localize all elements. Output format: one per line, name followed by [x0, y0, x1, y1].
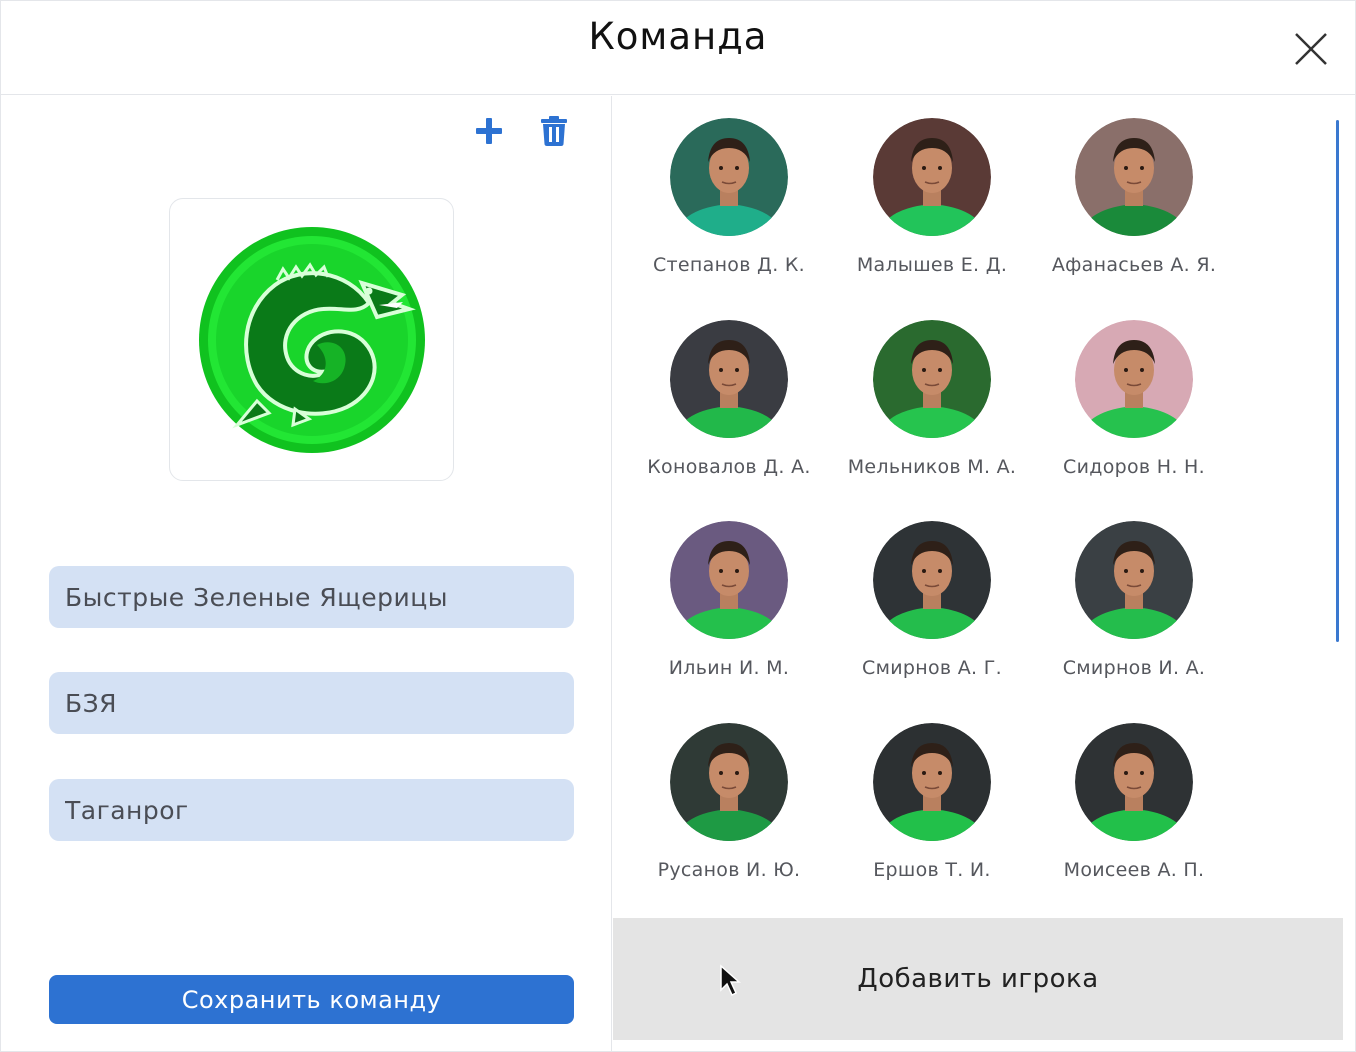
team-form-panel: Сохранить команду	[1, 96, 612, 1051]
player-avatar	[873, 723, 991, 841]
add-logo-button[interactable]	[471, 113, 507, 149]
team-dialog: Команда Быстрые Зеленые Ящерицы БЗЯ Тага…	[0, 0, 1356, 1052]
player-card[interactable]: Ершов Т. И.	[831, 723, 1033, 881]
player-avatar	[670, 118, 788, 236]
team-city-input[interactable]	[49, 779, 574, 841]
player-card[interactable]: Ильин И. М.	[628, 521, 830, 679]
player-card[interactable]: Смирнов А. Г.	[831, 521, 1033, 679]
player-name: Ершов Т. И.	[873, 859, 991, 881]
player-avatar	[670, 521, 788, 639]
mouse-cursor-icon	[720, 964, 741, 997]
player-card[interactable]: Малышев Е. Д.	[831, 118, 1033, 276]
save-team-button[interactable]: Сохранить команду	[49, 975, 574, 1024]
player-name: Смирнов И. А.	[1062, 657, 1206, 679]
plus-icon	[476, 118, 502, 144]
lizard-logo	[198, 226, 425, 453]
player-name: Афанасьев А. Я.	[1051, 254, 1217, 276]
players-panel: Степанов Д. К. Малышев Е. Д. Афанасьев А. …	[613, 96, 1355, 1051]
player-card[interactable]: Коновалов Д. А.	[628, 320, 830, 478]
player-name: Мельников М. А.	[847, 456, 1017, 478]
close-button[interactable]	[1291, 29, 1331, 69]
close-icon	[1295, 33, 1327, 65]
team-name-input[interactable]	[49, 566, 574, 628]
player-name: Сидоров Н. Н.	[1063, 456, 1205, 478]
team-logo-frame[interactable]	[169, 198, 454, 481]
player-name: Коновалов Д. А.	[647, 456, 811, 478]
player-card[interactable]: Мельников М. А.	[831, 320, 1033, 478]
dialog-title: Команда	[588, 15, 768, 58]
player-card[interactable]: Афанасьев А. Я.	[1033, 118, 1235, 276]
player-name: Степанов Д. К.	[652, 254, 806, 276]
player-name: Моисеев А. П.	[1063, 859, 1205, 881]
players-scrollbar[interactable]	[1336, 120, 1339, 642]
trash-icon	[541, 116, 567, 146]
player-card[interactable]: Сидоров Н. Н.	[1033, 320, 1235, 478]
player-avatar	[1075, 723, 1193, 841]
player-avatar	[1075, 320, 1193, 438]
player-avatar	[873, 320, 991, 438]
dialog-header: Команда	[1, 1, 1355, 95]
player-avatar	[1075, 521, 1193, 639]
player-name: Русанов И. Ю.	[657, 859, 801, 881]
delete-logo-button[interactable]	[536, 113, 572, 149]
player-avatar	[670, 320, 788, 438]
player-avatar	[873, 118, 991, 236]
player-name: Смирнов А. Г.	[862, 657, 1002, 679]
player-avatar	[1075, 118, 1193, 236]
player-card[interactable]: Степанов Д. К.	[628, 118, 830, 276]
player-card[interactable]: Русанов И. Ю.	[628, 723, 830, 881]
player-card[interactable]: Моисеев А. П.	[1033, 723, 1235, 881]
player-avatar	[873, 521, 991, 639]
player-avatar	[670, 723, 788, 841]
player-card[interactable]: Смирнов И. А.	[1033, 521, 1235, 679]
player-name: Ильин И. М.	[668, 657, 790, 679]
team-short-name-input[interactable]	[49, 672, 574, 734]
player-name: Малышев Е. Д.	[856, 254, 1008, 276]
